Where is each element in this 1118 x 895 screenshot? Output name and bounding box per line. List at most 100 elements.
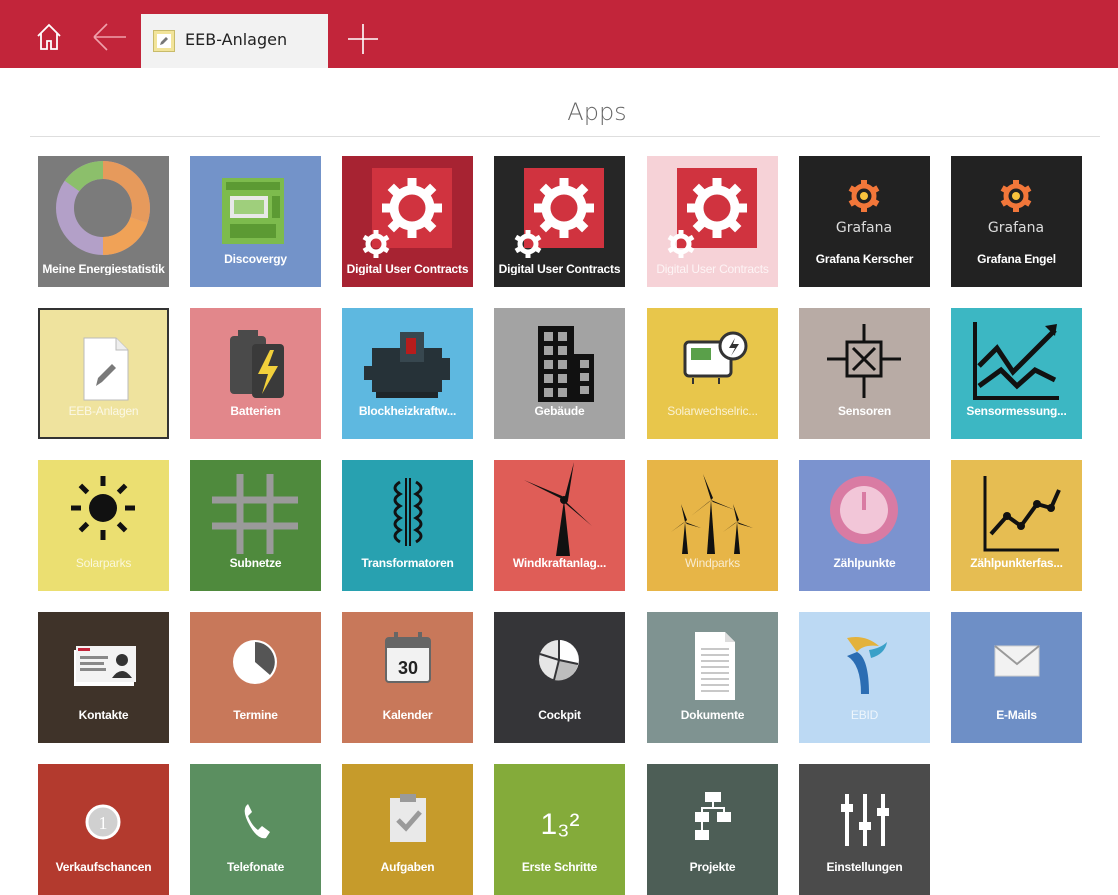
- coin-badge: 1: [99, 813, 108, 833]
- trend-chart-icon: [951, 460, 1082, 591]
- wind-park-icon: [647, 460, 778, 591]
- app-tile-kalender[interactable]: 30 Kalender: [342, 612, 473, 743]
- phone-icon: [190, 764, 321, 895]
- app-tile-label: Erste Schritte: [521, 860, 598, 874]
- app-tile-label: Meine Energiestatistik: [42, 263, 165, 275]
- battery-icon: [190, 308, 321, 439]
- app-tile-label: Discovergy: [224, 252, 287, 266]
- app-tile-label: Windparks: [685, 556, 740, 570]
- app-tile-sensoren[interactable]: Sensoren: [799, 308, 930, 439]
- back-arrow-icon[interactable]: [92, 22, 128, 52]
- app-tile-digital-user-contracts[interactable]: Digital User Contracts: [647, 156, 778, 287]
- app-tile-label: Einstellungen: [826, 860, 903, 874]
- app-tile-label: Sensoren: [837, 404, 892, 418]
- app-tile-label: Digital User Contracts: [498, 263, 621, 275]
- app-tile-digital-user-contracts[interactable]: Digital User Contracts: [342, 156, 473, 287]
- app-tile-telefonate[interactable]: Telefonate: [190, 764, 321, 895]
- generator-icon: [342, 308, 473, 439]
- pie-chart-icon: [494, 612, 625, 743]
- app-tile-windkraftanlag[interactable]: Windkraftanlag...: [494, 460, 625, 591]
- clipboard-check-icon: [342, 764, 473, 895]
- app-tile-ebid[interactable]: EBID: [799, 612, 930, 743]
- tab-eeb-anlagen[interactable]: EEB-Anlagen: [141, 14, 328, 68]
- wind-turbine-icon: [494, 460, 625, 591]
- contact-card-icon: [38, 612, 169, 743]
- grafana-brand-text: Grafana: [988, 220, 1044, 236]
- app-tile-solarparks[interactable]: Solarparks: [38, 460, 169, 591]
- coin-icon: 1: [38, 764, 169, 895]
- app-tile-e-mails[interactable]: E-Mails: [951, 612, 1082, 743]
- app-tile-transformatoren[interactable]: Transformatoren: [342, 460, 473, 591]
- app-tile-termine[interactable]: Termine: [190, 612, 321, 743]
- app-tile-meine-energiestatistik[interactable]: Meine Energiestatistik: [38, 156, 169, 287]
- app-tile-label: Transformatoren: [361, 556, 454, 570]
- app-tile-label: Solarwechselric...: [667, 404, 758, 418]
- grid-hash-icon: [190, 460, 321, 591]
- app-tile-solarwechselric[interactable]: Solarwechselric...: [647, 308, 778, 439]
- grafana-logo-icon: Grafana: [951, 156, 1082, 287]
- app-tile-label: Termine: [233, 708, 278, 722]
- app-tile-eeb-anlagen[interactable]: EEB-Anlagen: [38, 308, 169, 439]
- app-tile-gebäude[interactable]: Gebäude: [494, 308, 625, 439]
- app-tile-label: Cockpit: [538, 708, 581, 722]
- app-tile-zählpunkte[interactable]: Zählpunkte: [799, 460, 930, 591]
- calendar-icon: 30: [342, 612, 473, 743]
- app-tile-verkaufschancen[interactable]: 1 Verkaufschancen: [38, 764, 169, 895]
- edit-document-icon: [38, 308, 169, 439]
- app-tile-batterien[interactable]: Batterien: [190, 308, 321, 439]
- app-tile-einstellungen[interactable]: Einstellungen: [799, 764, 930, 895]
- divider: [30, 136, 1100, 137]
- new-tab-plus-icon[interactable]: [346, 22, 380, 56]
- app-tile-label: EBID: [850, 708, 879, 722]
- top-bar: EEB-Anlagen: [0, 0, 1118, 68]
- first-steps-glyph: 1₃²: [541, 808, 580, 841]
- grafana-brand-text: Grafana: [836, 220, 892, 236]
- tab-label: EEB-Anlagen: [185, 30, 288, 49]
- app-tile-discovergy[interactable]: Discovergy: [190, 156, 321, 287]
- project-tree-icon: [647, 764, 778, 895]
- app-tile-label: Dokumente: [680, 708, 745, 722]
- app-tile-sensormessung[interactable]: Sensormessung...: [951, 308, 1082, 439]
- app-tile-label: Projekte: [689, 860, 736, 874]
- app-tile-label: Telefonate: [226, 860, 285, 874]
- app-tile-label: Windkraftanlag...: [512, 556, 607, 570]
- building-icon: [494, 308, 625, 439]
- app-tile-projekte[interactable]: Projekte: [647, 764, 778, 895]
- app-tile-label: EEB-Anlagen: [68, 404, 139, 418]
- app-tile-cockpit[interactable]: Cockpit: [494, 612, 625, 743]
- app-tile-aufgaben[interactable]: Aufgaben: [342, 764, 473, 895]
- inverter-icon: [647, 308, 778, 439]
- envelope-icon: [951, 612, 1082, 743]
- ebid-logo-icon: [799, 612, 930, 743]
- app-tile-digital-user-contracts[interactable]: Digital User Contracts: [494, 156, 625, 287]
- app-tile-subnetze[interactable]: Subnetze: [190, 460, 321, 591]
- smart-meter-icon: [190, 156, 321, 287]
- app-tile-label: Aufgaben: [380, 860, 435, 874]
- sensor-icon: [799, 308, 930, 439]
- first-steps-icon: 1₃²: [494, 764, 625, 895]
- app-tile-erste-schritte[interactable]: 1₃² Erste Schritte: [494, 764, 625, 895]
- home-icon[interactable]: [34, 22, 64, 52]
- calendar-day: 30: [398, 658, 418, 678]
- gauge-icon: [799, 460, 930, 591]
- app-tile-label: Zählpunkte: [833, 556, 896, 570]
- app-tile-blockheizkraftw[interactable]: Blockheizkraftw...: [342, 308, 473, 439]
- page-title: Apps: [567, 98, 627, 126]
- grafana-logo-icon: Grafana: [799, 156, 930, 287]
- app-tile-kontakte[interactable]: Kontakte: [38, 612, 169, 743]
- app-tile-dokumente[interactable]: Dokumente: [647, 612, 778, 743]
- app-tile-label: Grafana Kerscher: [815, 252, 914, 266]
- app-tile-label: Solarparks: [75, 556, 132, 570]
- line-chart-icon: [951, 308, 1082, 439]
- edit-document-icon: [153, 30, 175, 52]
- app-tile-label: Grafana Engel: [977, 252, 1056, 266]
- sun-icon: [38, 460, 169, 591]
- app-tile-zählpunkterfas[interactable]: Zählpunkterfas...: [951, 460, 1082, 591]
- app-tile-grafana-kerscher[interactable]: Grafana Grafana Kerscher: [799, 156, 930, 287]
- app-tile-label: Verkaufschancen: [55, 860, 152, 874]
- app-tile-windparks[interactable]: Windparks: [647, 460, 778, 591]
- app-tile-label: Digital User Contracts: [656, 263, 769, 275]
- app-tile-label: Digital User Contracts: [346, 263, 469, 275]
- app-tile-label: Gebäude: [534, 404, 585, 418]
- app-tile-grafana-engel[interactable]: Grafana Grafana Engel: [951, 156, 1082, 287]
